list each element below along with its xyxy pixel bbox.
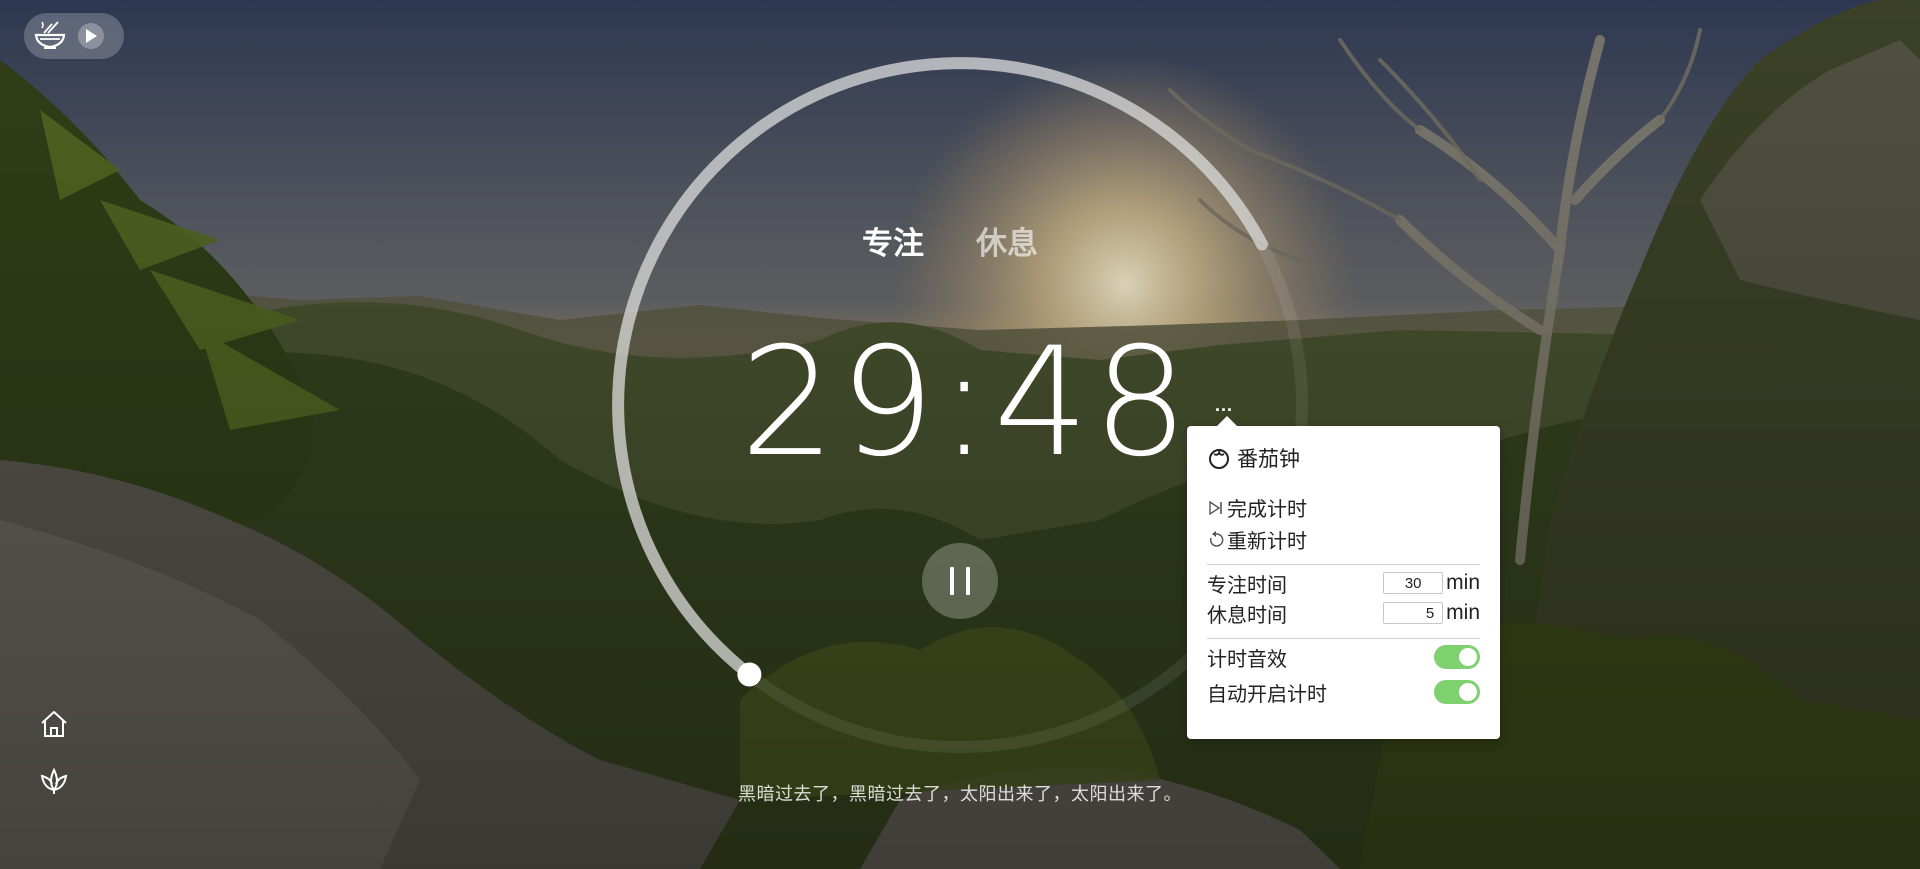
rest-duration-label: 休息时间 bbox=[1207, 604, 1287, 627]
pause-icon-bar bbox=[966, 567, 970, 595]
pause-icon bbox=[950, 567, 954, 595]
play-icon bbox=[86, 29, 97, 43]
restart-timer-action[interactable]: 重新计时 bbox=[1207, 525, 1307, 554]
finish-timer-label: 完成计时 bbox=[1227, 499, 1307, 521]
sound-effect-label: 计时音效 bbox=[1207, 648, 1287, 671]
auto-start-row: 自动开启计时 bbox=[1207, 677, 1480, 707]
play-button[interactable] bbox=[78, 23, 104, 49]
tab-focus[interactable]: 专注 bbox=[862, 218, 924, 263]
focus-duration-label: 专注时间 bbox=[1207, 574, 1287, 597]
divider bbox=[1207, 564, 1480, 565]
sound-effect-row: 计时音效 bbox=[1207, 642, 1480, 672]
finish-timer-action[interactable]: 完成计时 bbox=[1207, 493, 1307, 522]
focus-duration-row: 专注时间 min bbox=[1207, 568, 1480, 598]
toggle-knob bbox=[1459, 683, 1477, 701]
motivational-quote: 黑暗过去了，黑暗过去了，太阳出来了，太阳出来了。 bbox=[738, 784, 1182, 804]
pause-button[interactable] bbox=[922, 543, 998, 619]
home-icon[interactable] bbox=[38, 708, 70, 740]
rest-duration-row: 休息时间 min bbox=[1207, 598, 1480, 628]
skip-icon bbox=[1209, 500, 1222, 515]
toggle-knob bbox=[1459, 648, 1477, 666]
auto-start-toggle[interactable] bbox=[1434, 680, 1480, 704]
mode-tabs: 专注 休息 bbox=[862, 218, 1038, 263]
rest-duration-input[interactable] bbox=[1383, 602, 1444, 624]
pomodoro-settings-panel: 番茄钟 完成计时 重新计时 专注时间 min 休息时间 min 计时音效 bbox=[1187, 416, 1500, 739]
tomato-icon bbox=[1209, 448, 1229, 469]
auto-start-label: 自动开启计时 bbox=[1207, 683, 1327, 706]
divider bbox=[1207, 638, 1480, 639]
timer-display: 29:48 bbox=[740, 316, 1193, 490]
restart-timer-label: 重新计时 bbox=[1227, 531, 1307, 553]
panel-title: 番茄钟 bbox=[1207, 443, 1300, 473]
panel-title-text: 番茄钟 bbox=[1237, 448, 1300, 471]
focus-duration-unit: min bbox=[1446, 571, 1480, 594]
tab-rest[interactable]: 休息 bbox=[976, 218, 1038, 263]
top-toolbar bbox=[24, 13, 124, 59]
focus-duration-input[interactable] bbox=[1383, 572, 1444, 594]
restart-icon bbox=[1209, 530, 1224, 547]
more-options-button[interactable]: ... bbox=[1210, 395, 1238, 415]
sound-effect-toggle[interactable] bbox=[1434, 645, 1480, 669]
bowl-icon[interactable] bbox=[32, 18, 68, 54]
rest-duration-unit: min bbox=[1446, 601, 1480, 624]
